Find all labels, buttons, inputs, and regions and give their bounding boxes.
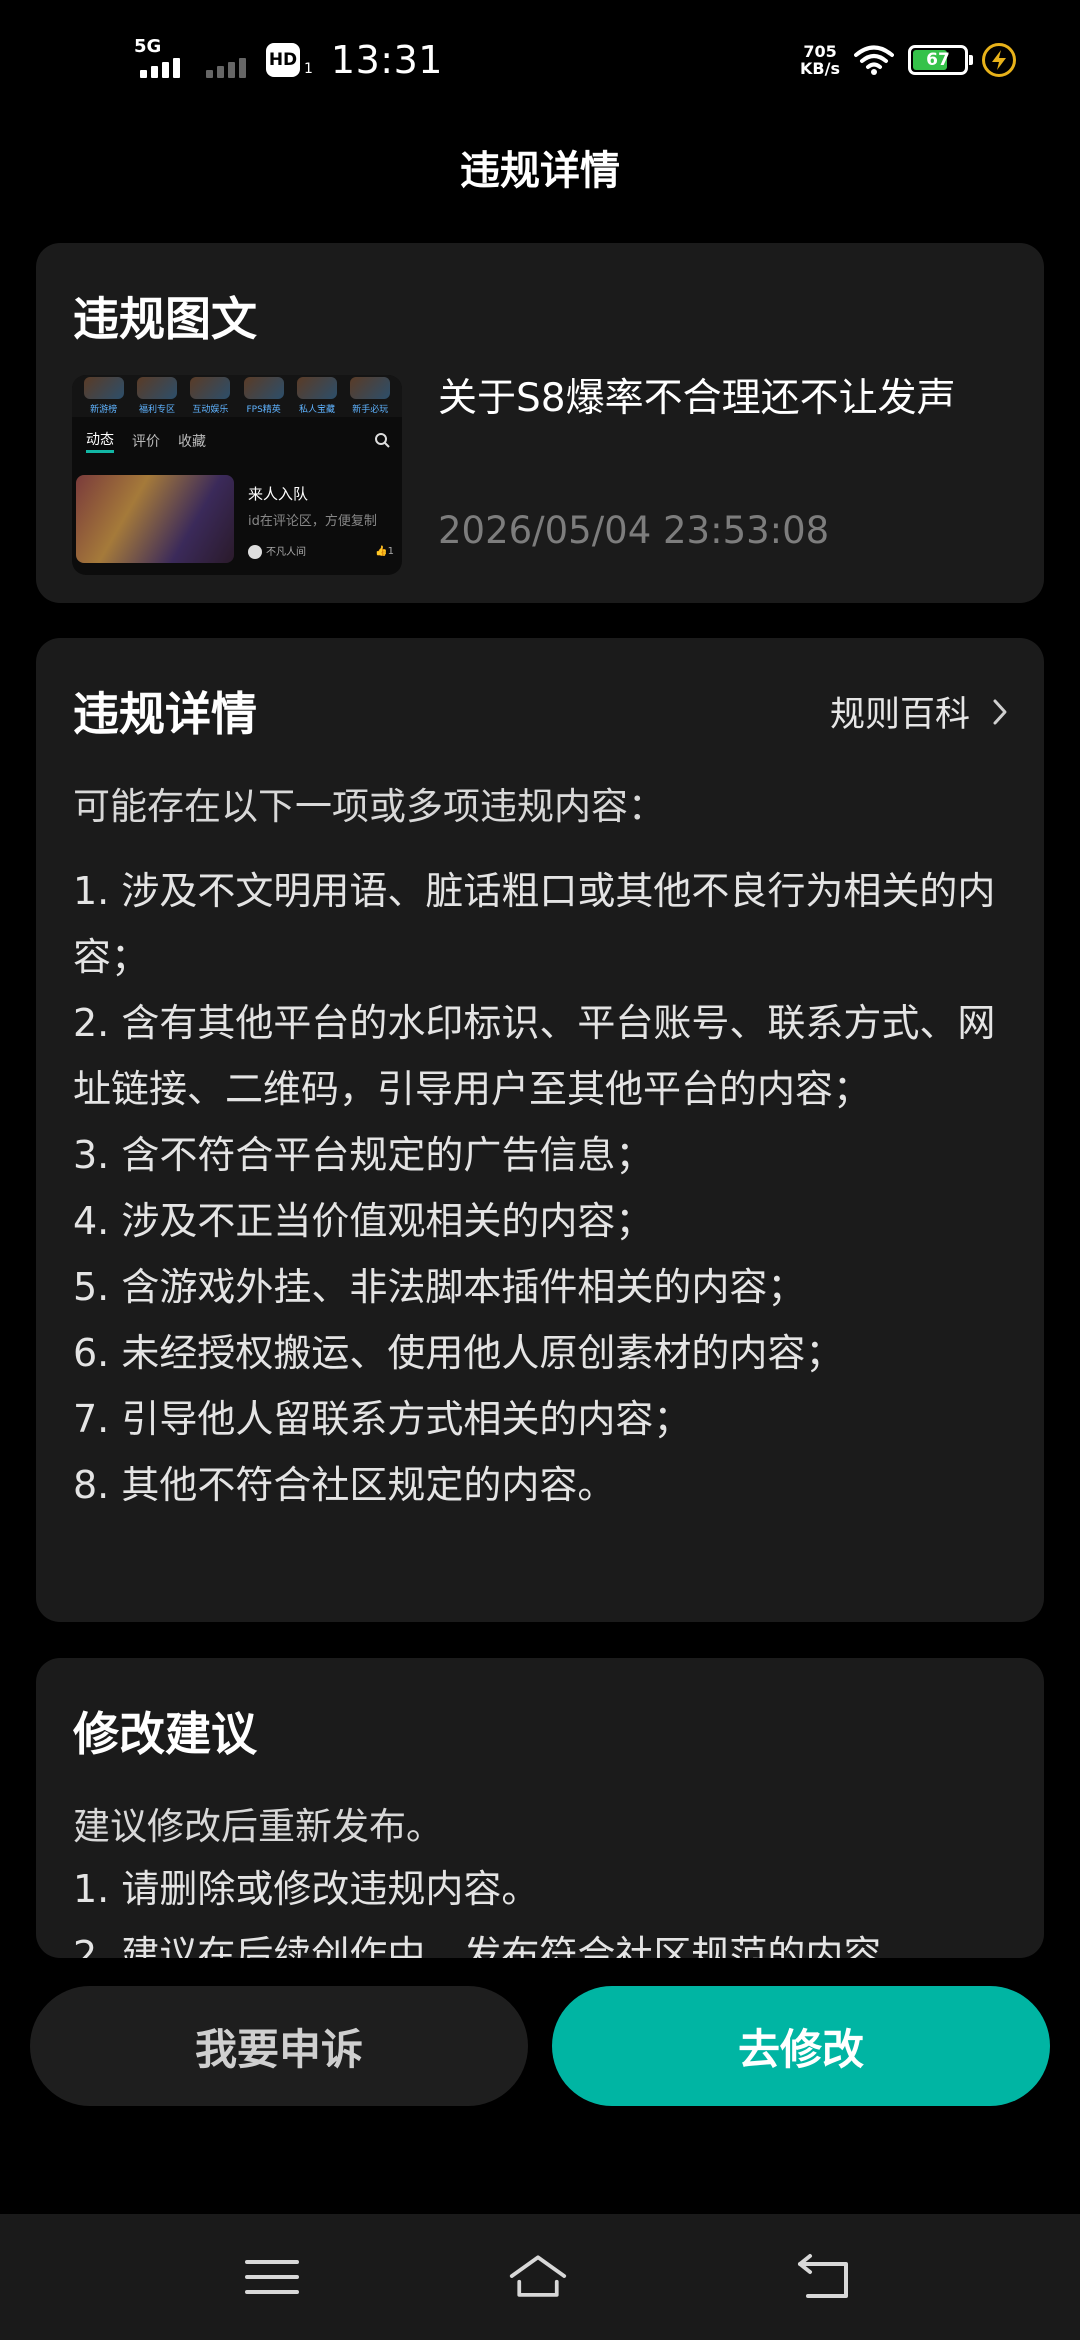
signal-bars-dim xyxy=(206,58,246,78)
rules-link-label: 规则百科 xyxy=(829,695,970,735)
thumbnail-text: 来人入队 id在评论区，方便复制 xyxy=(248,483,398,529)
speed-value: 705 xyxy=(803,42,837,61)
menu-icon[interactable] xyxy=(242,2250,302,2304)
battery-icon: 67 xyxy=(908,45,973,75)
thumb-label: 互动娱乐 xyxy=(192,405,229,415)
post-card-title: 违规图文 xyxy=(73,292,257,346)
search-icon xyxy=(375,433,390,448)
suggestion-card: 修改建议 建议修改后重新发布。 1. 请删除或修改违规内容。 2. 建议在后续创… xyxy=(36,1658,1044,1958)
violation-detail-card: 违规详情 规则百科 可能存在以下一项或多项违规内容： 1. 涉及不文明用语、脏话… xyxy=(36,638,1044,1622)
status-bar: 5G HD 1 13:31 705 KB/s 67 xyxy=(0,0,1080,120)
thumb-tab: 收藏 xyxy=(178,434,206,450)
rule-item: 3. 含不符合平台规定的广告信息； xyxy=(73,1133,654,1177)
wifi-icon xyxy=(854,45,894,75)
rule-item: 2. 含有其他平台的水印标识、平台账号、联系方式、网址链接、二维码，引导用户至其… xyxy=(73,1001,996,1111)
suggestion-item: 2. 建议在后续创作中，发布符合社区规范的内容 xyxy=(73,1933,882,1958)
edit-button[interactable]: 去修改 xyxy=(552,1986,1050,2106)
status-right: 705 KB/s 67 xyxy=(800,38,1016,82)
thumb-likes: 👍1 xyxy=(375,545,394,557)
rule-item: 4. 涉及不正当价值观相关的内容； xyxy=(73,1199,654,1243)
post-date: 2026/05/04 23:53:08 xyxy=(438,509,830,552)
appeal-button[interactable]: 我要申诉 xyxy=(30,1986,528,2106)
network-label: 5G xyxy=(134,36,162,57)
speed-unit: KB/s xyxy=(800,59,840,78)
rule-item: 1. 涉及不文明用语、脏话粗口或其他不良行为相关的内容； xyxy=(73,869,996,979)
thumb-item-desc: id在评论区，方便复制 xyxy=(248,514,377,529)
thumb-label: FPS精英 xyxy=(246,405,281,415)
rules-wiki-link[interactable]: 规则百科 xyxy=(830,686,1008,737)
thumbnail-tabs: 动态 评价 收藏 xyxy=(72,423,402,459)
thumb-tab: 动态 xyxy=(86,429,114,453)
hd-sub: 1 xyxy=(304,61,313,77)
suggestion-item: 1. 请删除或修改违规内容。 xyxy=(73,1867,540,1911)
suggest-card-title: 修改建议 xyxy=(73,1707,257,1761)
signal-2-icon xyxy=(200,40,252,80)
violation-post-card: 违规图文 新游榜 福利专区 互动娱乐 FPS精英 私人宝藏 新手必玩 动态 评价… xyxy=(36,243,1044,603)
page-title: 违规详情 xyxy=(460,148,620,194)
thumb-author: 不凡人间 xyxy=(266,547,306,558)
rule-item: 7. 引导他人留联系方式相关的内容； xyxy=(73,1397,692,1441)
thumb-label: 新手必玩 xyxy=(352,405,389,415)
thumb-label: 私人宝藏 xyxy=(298,405,335,415)
suggest-intro: 建议修改后重新发布。 xyxy=(73,1805,443,1848)
detail-intro: 可能存在以下一项或多项违规内容： xyxy=(73,785,665,828)
home-icon[interactable] xyxy=(508,2250,568,2304)
post-thumbnail[interactable]: 新游榜 福利专区 互动娱乐 FPS精英 私人宝藏 新手必玩 动态 评价 收藏 来… xyxy=(72,375,402,575)
thumb-tab: 评价 xyxy=(132,434,160,450)
rule-item: 6. 未经授权搬运、使用他人原创素材的内容； xyxy=(73,1331,844,1375)
thumb-label: 新游榜 xyxy=(90,405,118,415)
rule-item: 8. 其他不符合社区规定的内容。 xyxy=(73,1463,616,1507)
back-icon[interactable] xyxy=(794,2250,854,2304)
signal-bars xyxy=(140,58,180,78)
post-title[interactable]: 关于S8爆率不合理还不让发声 xyxy=(438,371,1018,427)
thumbnail-footer: 不凡人间 👍1 xyxy=(248,543,394,559)
suggestion-list: 1. 请删除或修改违规内容。 2. 建议在后续创作中，发布符合社区规范的内容 xyxy=(73,1856,1033,1958)
clock: 13:31 xyxy=(330,38,443,82)
status-left: 5G HD 1 13:31 xyxy=(134,34,443,86)
thumbnail-image xyxy=(76,475,234,563)
chevron-right-icon xyxy=(993,699,1007,724)
violation-rule-list: 1. 涉及不文明用语、脏话粗口或其他不良行为相关的内容； 2. 含有其他平台的水… xyxy=(73,858,1013,1518)
hd-icon: HD xyxy=(266,43,300,77)
avatar xyxy=(248,545,262,559)
charging-bolt-icon xyxy=(982,43,1016,77)
battery-level: 67 xyxy=(926,50,950,70)
thumb-label: 福利专区 xyxy=(138,405,175,415)
thumbnail-top-row: 新游榜 福利专区 互动娱乐 FPS精英 私人宝藏 新手必玩 xyxy=(72,375,402,417)
thumb-item-title: 来人入队 xyxy=(248,485,309,503)
network-speed: 705 KB/s xyxy=(800,43,840,77)
system-nav-bar xyxy=(0,2214,1080,2340)
signal-5g-icon: 5G xyxy=(134,36,186,80)
rule-item: 5. 含游戏外挂、非法脚本插件相关的内容； xyxy=(73,1265,806,1309)
detail-card-title: 违规详情 xyxy=(73,687,257,741)
